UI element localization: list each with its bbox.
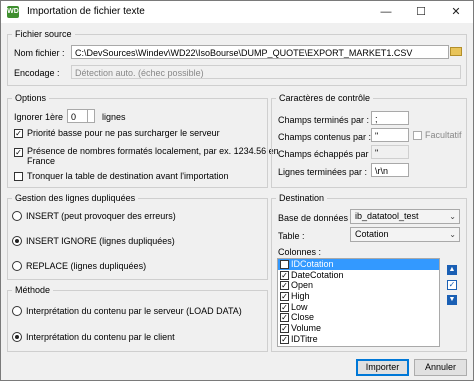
list-item[interactable]: ✓ Low bbox=[278, 302, 439, 313]
column-checkbox[interactable]: ✓ bbox=[280, 302, 289, 312]
list-item[interactable]: ✓ Open bbox=[278, 280, 439, 291]
column-checkbox[interactable]: ✓ bbox=[280, 270, 289, 280]
truncate-label: Tronquer la table de destination avant l… bbox=[27, 171, 229, 181]
optional-checkbox[interactable] bbox=[413, 131, 422, 140]
chevron-down-icon: ⌄ bbox=[449, 230, 456, 239]
column-checkbox[interactable]: ✓ bbox=[280, 260, 289, 269]
list-item[interactable]: ✓ Volume bbox=[278, 323, 439, 334]
table-value: Cotation bbox=[355, 229, 389, 239]
table-label: Table : bbox=[278, 231, 305, 241]
window-title: Importation de fichier texte bbox=[27, 6, 145, 17]
column-checkbox[interactable]: ✓ bbox=[280, 292, 289, 302]
move-down-icon[interactable]: ▼ bbox=[447, 295, 457, 305]
title-bar: WD Importation de fichier texte — ☐ ✕ bbox=[1, 1, 473, 23]
method-legend: Méthode bbox=[15, 285, 51, 295]
low-priority-label: Priorité basse pour ne pas surcharger le… bbox=[27, 128, 220, 138]
lines-terminated-input[interactable]: \r\n bbox=[371, 163, 409, 177]
replace-label: REPLACE (lignes dupliquées) bbox=[26, 261, 147, 271]
import-dialog: WD Importation de fichier texte — ☐ ✕ Fi… bbox=[0, 0, 474, 381]
insert-ignore-label: INSERT IGNORE (lignes dupliquées) bbox=[26, 236, 175, 246]
list-item[interactable]: ✓ IDCotation bbox=[278, 259, 439, 270]
duplicates-legend: Gestion des lignes dupliquées bbox=[15, 193, 136, 203]
escaped-input[interactable]: " bbox=[371, 145, 409, 159]
insert-ignore-radio[interactable] bbox=[12, 236, 22, 246]
file-label: Nom fichier : bbox=[14, 48, 65, 58]
ignore-lines-spinner[interactable] bbox=[87, 109, 94, 123]
list-item[interactable]: ✓ High bbox=[278, 291, 439, 302]
terminated-label: Champs terminés par : bbox=[278, 115, 370, 125]
insert-radio[interactable] bbox=[12, 211, 22, 221]
truncate-checkbox[interactable] bbox=[14, 172, 23, 181]
local-numbers-label: Présence de nombres formatés localement,… bbox=[27, 146, 279, 156]
folder-browse-icon[interactable] bbox=[450, 47, 462, 56]
insert-label: INSERT (peut provoquer des erreurs) bbox=[26, 211, 176, 221]
ignore-label: Ignorer 1ère bbox=[14, 112, 64, 122]
close-icon[interactable]: ✕ bbox=[439, 1, 473, 23]
control-legend: Caractères de contrôle bbox=[279, 93, 371, 103]
source-legend: Fichier source bbox=[15, 29, 72, 39]
minimize-icon[interactable]: — bbox=[369, 1, 403, 23]
database-value: ib_datatool_test bbox=[355, 211, 419, 221]
optional-label: Facultatif bbox=[425, 130, 462, 140]
encoding-select[interactable]: Détection auto. (échec possible) bbox=[71, 65, 461, 79]
server-method-label: Interprétation du contenu par le serveur… bbox=[26, 306, 242, 316]
file-path-input[interactable]: C:\DevSources\Windev\WD22\IsoBourse\DUMP… bbox=[71, 45, 449, 59]
low-priority-checkbox[interactable]: ✓ bbox=[14, 129, 23, 138]
replace-radio[interactable] bbox=[12, 261, 22, 271]
column-checkbox[interactable]: ✓ bbox=[280, 334, 289, 344]
destination-legend: Destination bbox=[279, 193, 325, 203]
local-numbers-checkbox[interactable]: ✓ bbox=[14, 148, 23, 157]
table-select[interactable]: Cotation ⌄ bbox=[350, 227, 460, 242]
local-numbers-label-cont: France bbox=[27, 156, 56, 166]
move-up-icon[interactable]: ▲ bbox=[447, 265, 457, 275]
database-select[interactable]: ib_datatool_test ⌄ bbox=[350, 209, 460, 224]
check-all-icon[interactable]: ✓ bbox=[447, 280, 457, 290]
column-checkbox[interactable]: ✓ bbox=[280, 281, 289, 291]
enclosed-input[interactable]: " bbox=[371, 128, 409, 142]
import-button[interactable]: Importer bbox=[356, 359, 409, 376]
maximize-icon[interactable]: ☐ bbox=[404, 1, 438, 23]
encoding-label: Encodage : bbox=[14, 68, 60, 78]
lines-label: lignes bbox=[102, 112, 126, 122]
terminated-input[interactable]: ; bbox=[371, 111, 409, 125]
column-checkbox[interactable]: ✓ bbox=[280, 313, 289, 323]
database-label: Base de données : bbox=[278, 213, 354, 223]
server-method-radio[interactable] bbox=[12, 306, 22, 316]
client-method-radio[interactable] bbox=[12, 332, 22, 342]
chevron-down-icon: ⌄ bbox=[449, 212, 456, 221]
list-item[interactable]: ✓ DateCotation bbox=[278, 270, 439, 281]
options-legend: Options bbox=[15, 93, 47, 103]
client-method-label: Interprétation du contenu par le client bbox=[26, 332, 175, 342]
app-icon: WD bbox=[7, 6, 19, 18]
cancel-button[interactable]: Annuler bbox=[414, 359, 467, 376]
columns-label: Colonnes : bbox=[278, 247, 322, 257]
lines-terminated-label: Lignes terminées par : bbox=[278, 167, 368, 177]
column-checkbox[interactable]: ✓ bbox=[280, 324, 289, 334]
list-item[interactable]: ✓ IDTitre bbox=[278, 334, 439, 345]
escaped-label: Champs échappés par : bbox=[278, 149, 374, 159]
columns-list[interactable]: ✓ IDCotation ✓ DateCotation ✓ Open ✓ High ✓ L… bbox=[277, 258, 440, 347]
enclosed-label: Champs contenus par : bbox=[278, 132, 372, 142]
list-item[interactable]: ✓ Close bbox=[278, 312, 439, 323]
